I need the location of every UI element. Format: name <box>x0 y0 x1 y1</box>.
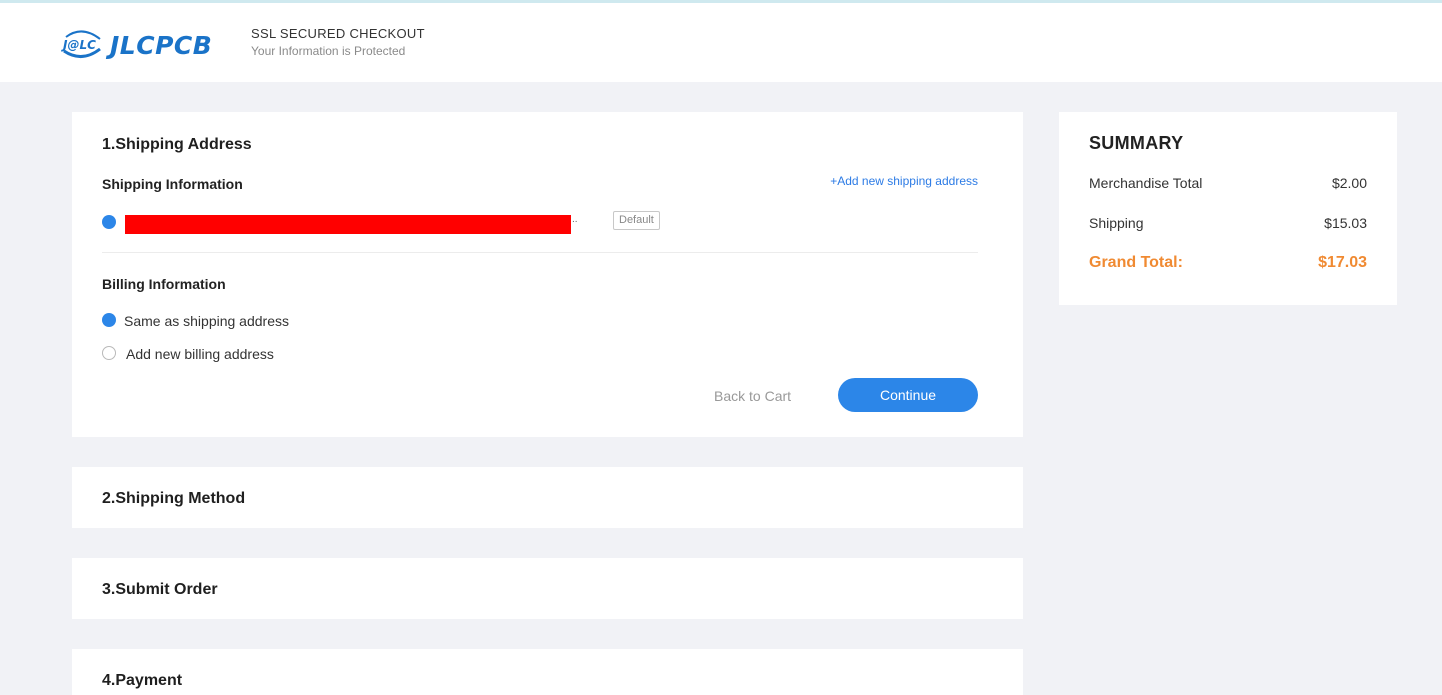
merchandise-total-label: Merchandise Total <box>1089 175 1203 191</box>
shipping-information-label: Shipping Information <box>102 176 243 192</box>
shipping-row: Shipping $15.03 <box>1089 215 1367 231</box>
billing-new-radio[interactable] <box>102 346 116 360</box>
shipping-method-title: 2.Shipping Method <box>102 490 246 507</box>
shipping-value: $15.03 <box>1324 215 1367 231</box>
billing-information-label: Billing Information <box>102 276 226 292</box>
default-badge: Default <box>613 211 660 230</box>
shipping-address-card: 1.Shipping Address Shipping Information … <box>72 112 1023 437</box>
billing-new-label[interactable]: Add new billing address <box>126 346 274 362</box>
payment-card[interactable]: 4.Payment <box>72 649 1023 695</box>
shipping-method-card[interactable]: 2.Shipping Method <box>72 467 1023 528</box>
summary-title: SUMMARY <box>1089 133 1184 153</box>
add-shipping-address-link[interactable]: +Add new shipping address <box>830 174 978 188</box>
section-divider <box>102 252 978 253</box>
merchandise-total-value: $2.00 <box>1331 175 1367 191</box>
submit-order-card[interactable]: 3.Submit Order <box>72 558 1023 619</box>
back-to-cart-link[interactable]: Back to Cart <box>714 388 791 404</box>
jlcpcb-logo[interactable]: J@LC JLCPCB <box>60 27 212 63</box>
submit-order-title: 3.Submit Order <box>102 581 218 598</box>
grand-total-value: $17.03 <box>1318 254 1367 271</box>
shipping-address-radio[interactable] <box>102 215 116 229</box>
page-header: J@LC JLCPCB SSL SECURED CHECKOUT Your In… <box>0 3 1442 82</box>
merchandise-total-row: Merchandise Total $2.00 <box>1089 175 1367 191</box>
logo-text: JLCPCB <box>110 30 213 60</box>
logo-mark-icon: J@LC <box>61 30 101 58</box>
ssl-title: SSL SECURED CHECKOUT <box>251 26 425 41</box>
shipping-label: Shipping <box>1089 215 1144 231</box>
grand-total-label: Grand Total: <box>1089 254 1183 271</box>
address-ellipsis: .. <box>572 214 578 225</box>
payment-title: 4.Payment <box>102 672 183 689</box>
grand-total-row: Grand Total: $17.03 <box>1089 254 1367 272</box>
billing-same-label[interactable]: Same as shipping address <box>124 313 289 329</box>
summary-card: SUMMARY Merchandise Total $2.00 Shipping… <box>1059 112 1397 305</box>
billing-same-radio[interactable] <box>102 313 116 327</box>
continue-button[interactable]: Continue <box>838 378 978 412</box>
ssl-subtitle: Your Information is Protected <box>251 44 406 58</box>
shipping-address-title: 1.Shipping Address <box>102 136 252 153</box>
logo-mark-text: J@LC <box>61 38 96 52</box>
redacted-address <box>125 215 571 234</box>
ssl-notice: SSL SECURED CHECKOUT Your Information is… <box>251 26 425 58</box>
